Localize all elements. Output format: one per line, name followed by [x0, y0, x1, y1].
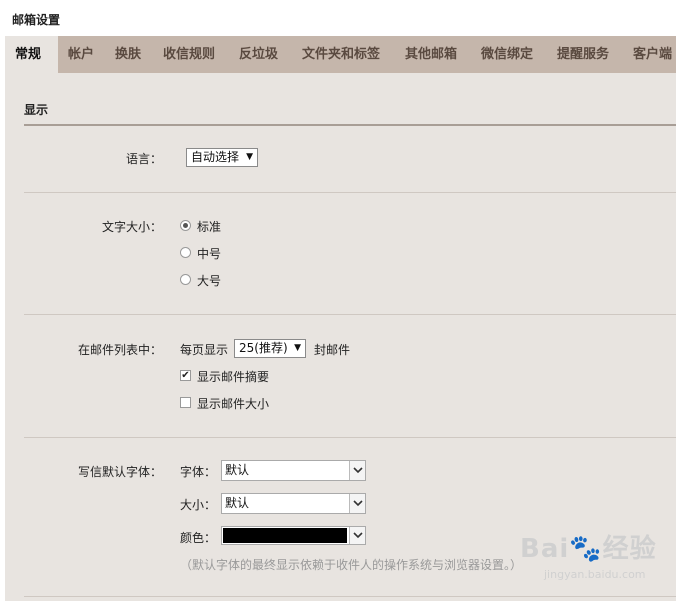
per-page-select-value: 25(推荐) [239, 341, 288, 355]
default-font-note: （默认字体的最终显示依赖于收件人的操作系统与浏览器设置。） [180, 558, 523, 572]
page-title: 邮箱设置 [12, 13, 61, 27]
tab-other-mailbox[interactable]: 其他邮箱 [405, 36, 457, 73]
tab-wechat-binding[interactable]: 微信绑定 [481, 36, 533, 73]
font-size-option-large: 大号 [197, 274, 222, 288]
default-font-label: 写信默认字体： [77, 465, 162, 479]
per-page-select[interactable]: 25(推荐) ▼ [234, 339, 306, 358]
language-select-value: 自动选择 [191, 150, 240, 164]
dropdown-arrow-icon: ▼ [294, 343, 301, 353]
section-rule [24, 124, 676, 126]
font-color-label: 颜色： [180, 531, 217, 545]
tab-filter-rules[interactable]: 收信规则 [163, 36, 215, 73]
watermark-brand2: 经验 [602, 534, 657, 564]
tab-skin[interactable]: 换肤 [115, 36, 141, 73]
font-size-option-medium: 中号 [197, 247, 222, 261]
font-size-select-value: 默认 [225, 496, 250, 510]
show-size-checkbox[interactable] [180, 397, 191, 408]
chevron-down-icon [349, 461, 365, 480]
language-label: 语言： [125, 152, 162, 166]
tab-client[interactable]: 客户端 [633, 36, 672, 73]
font-size-option-standard: 标准 [197, 220, 222, 234]
divider [24, 192, 676, 193]
font-face-select-value: 默认 [225, 463, 250, 477]
font-size-label: 文字大小： [101, 220, 162, 234]
divider [24, 437, 676, 438]
paw-icon: 🐾 [569, 534, 603, 564]
per-page-prefix: 每页显示 [180, 343, 229, 357]
font-size-radio-medium[interactable] [180, 247, 191, 258]
chevron-down-icon [349, 527, 365, 544]
font-face-select[interactable]: 默认 [221, 460, 366, 481]
tab-general[interactable]: 常规 [5, 36, 58, 73]
watermark-url: jingyan.baidu.com [544, 568, 646, 581]
checkmark-icon: ✔ [181, 370, 190, 381]
font-face-label: 字体： [180, 465, 217, 479]
mail-list-label: 在邮件列表中： [77, 343, 162, 357]
font-size-radio-large[interactable] [180, 274, 191, 285]
tab-anti-spam[interactable]: 反垃圾 [239, 36, 278, 73]
font-size-radio-standard[interactable] [180, 220, 191, 231]
show-summary-checkbox[interactable]: ✔ [180, 370, 191, 381]
settings-tabbar: 常规 帐户 换肤 收信规则 反垃圾 文件夹和标签 其他邮箱 微信绑定 提醒服务 … [5, 36, 676, 73]
chevron-down-icon [349, 494, 365, 513]
per-page-suffix: 封邮件 [314, 343, 351, 357]
tab-account[interactable]: 帐户 [68, 36, 94, 73]
font-color-swatch [223, 528, 347, 543]
dropdown-arrow-icon: ▼ [246, 152, 253, 162]
baidu-watermark: Bai🐾经验 jingyan.baidu.com [520, 528, 657, 581]
font-color-picker[interactable] [221, 526, 366, 545]
show-summary-label: 显示邮件摘要 [197, 370, 270, 384]
show-size-label: 显示邮件大小 [197, 397, 270, 411]
divider [24, 314, 676, 315]
tab-folders-labels[interactable]: 文件夹和标签 [302, 36, 380, 73]
watermark-brand: Bai [520, 534, 570, 564]
font-size-select[interactable]: 默认 [221, 493, 366, 514]
section-title: 显示 [24, 103, 49, 117]
font-size-select-label: 大小： [180, 498, 217, 512]
language-select[interactable]: 自动选择 ▼ [186, 148, 258, 167]
tab-reminder-service[interactable]: 提醒服务 [557, 36, 609, 73]
divider [24, 596, 676, 597]
